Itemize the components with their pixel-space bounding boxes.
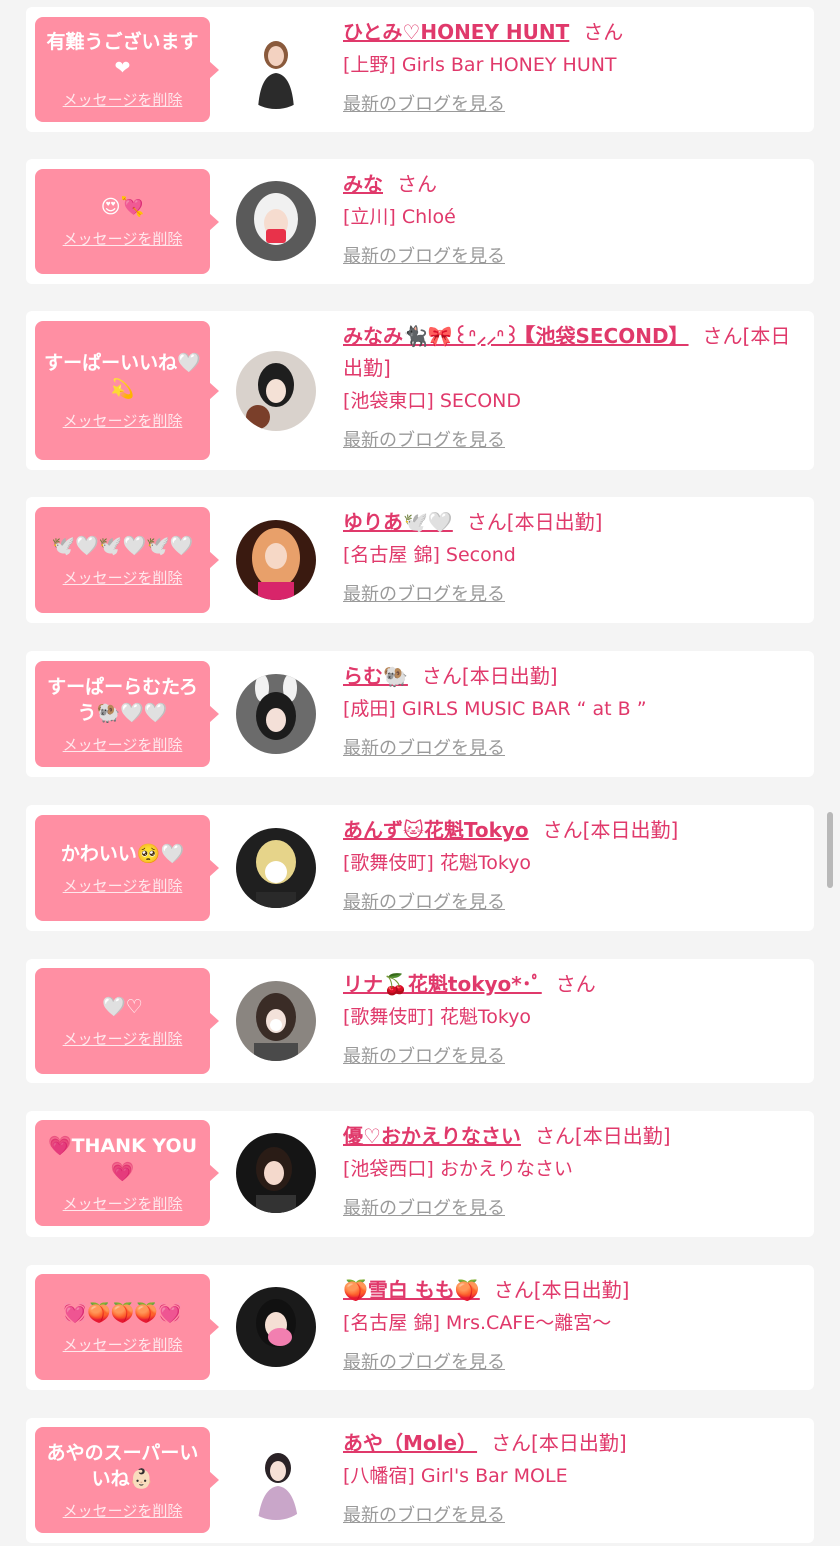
message-text: 有難うございます❤︎ [46, 31, 199, 79]
message-bubble: あやのスーパーいいね👶🏻 メッセージを削除 [35, 1427, 219, 1533]
shop-name: [名古屋 錦] Second [343, 544, 516, 566]
avatar[interactable] [236, 828, 316, 908]
shop-name: [上野] Girls Bar HONEY HUNT [343, 54, 617, 76]
message-bubble: 💓🍑🍑🍑💓 メッセージを削除 [35, 1274, 219, 1380]
avatar[interactable] [236, 181, 316, 261]
user-name-link[interactable]: 優♡おかえりなさい [343, 1124, 521, 1148]
message-bubble: かわいい🥺🤍 メッセージを削除 [35, 815, 219, 921]
delete-message-link[interactable]: メッセージを削除 [63, 228, 183, 249]
message-card: 💓🍑🍑🍑💓 メッセージを削除 🍑雪白 もも🍑 さん[本日出勤] [名古屋 錦] M… [26, 1265, 814, 1390]
message-text: あやのスーパーいいね👶🏻 [46, 1441, 199, 1490]
message-bubble: すーぱーいいね🤍💫 メッセージを削除 [35, 321, 219, 460]
avatar[interactable] [236, 981, 316, 1061]
scrollbar-thumb[interactable] [827, 812, 833, 888]
user-name-link[interactable]: らむ🐏 [343, 664, 408, 688]
message-card: かわいい🥺🤍 メッセージを削除 あんず🐱花魁Tokyo さん[本日出勤] [歌舞伎… [26, 805, 814, 931]
honorific-suffix: さん [397, 172, 437, 196]
user-name-link[interactable]: リナ🍒花魁tokyo*･ﾟ [343, 972, 542, 996]
shop-name: [池袋東口] SECOND [343, 390, 521, 412]
message-bubble: 🕊️🤍🕊️🤍🕊️🤍 メッセージを削除 [35, 507, 219, 613]
message-card: 💗THANK YOU💗 メッセージを削除 優♡おかえりなさい さん[本日出勤] [… [26, 1111, 814, 1237]
delete-message-link[interactable]: メッセージを削除 [63, 1500, 183, 1521]
message-text: 💗THANK YOU💗 [47, 1134, 198, 1183]
shop-name: [八幡宿] Girl's Bar MOLE [343, 1465, 568, 1487]
avatar[interactable] [236, 1133, 316, 1213]
shop-name: [歌舞伎町] 花魁Tokyo [343, 1006, 532, 1028]
message-text: かわいい🥺🤍 [60, 842, 185, 865]
latest-blog-link[interactable]: 最新のブログを見る [343, 888, 505, 914]
latest-blog-link[interactable]: 最新のブログを見る [343, 1042, 505, 1068]
honorific-suffix: さん [583, 20, 624, 44]
latest-blog-link[interactable]: 最新のブログを見る [343, 90, 505, 116]
message-text: 😍💘 [100, 196, 145, 218]
honorific-suffix: さん[本日出勤] [421, 664, 558, 688]
message-bubble: 😍💘 メッセージを削除 [35, 169, 219, 274]
user-name-link[interactable]: あや（Mole） [343, 1431, 477, 1455]
message-text: 💓🍑🍑🍑💓 [63, 1301, 182, 1324]
message-bubble: 💗THANK YOU💗 メッセージを削除 [35, 1120, 219, 1226]
user-name-link[interactable]: 🍑雪白 もも🍑 [343, 1278, 480, 1302]
honorific-suffix: さん[本日出勤] [491, 1431, 627, 1455]
message-card: すーぱーいいね🤍💫 メッセージを削除 みなみ🐈‍⬛🎀꒰ᐢ⸝⸝ᐢ꒱【池袋SECON… [26, 311, 814, 470]
latest-blog-link[interactable]: 最新のブログを見る [343, 1501, 505, 1527]
message-text: すーぱーらむたろう🐏🤍🤍 [47, 675, 198, 724]
honorific-suffix: さん[本日出勤] [493, 1278, 630, 1302]
shop-name: [成田] GIRLS MUSIC BAR “ at B ” [343, 698, 647, 720]
latest-blog-link[interactable]: 最新のブログを見る [343, 426, 505, 452]
message-bubble: 有難うございます❤︎ メッセージを削除 [35, 17, 219, 122]
delete-message-link[interactable]: メッセージを削除 [63, 410, 183, 431]
honorific-suffix: さん[本日出勤] [466, 510, 603, 534]
user-name-link[interactable]: みな [343, 172, 383, 196]
avatar[interactable] [236, 674, 316, 754]
latest-blog-link[interactable]: 最新のブログを見る [343, 242, 505, 268]
delete-message-link[interactable]: メッセージを削除 [63, 875, 183, 896]
message-card: すーぱーらむたろう🐏🤍🤍 メッセージを削除 らむ🐏 さん[本日出勤] [成田] G… [26, 651, 814, 777]
message-bubble: すーぱーらむたろう🐏🤍🤍 メッセージを削除 [35, 661, 219, 767]
message-card: あやのスーパーいいね👶🏻 メッセージを削除 あや（Mole） さん[本日出勤] [… [26, 1418, 814, 1543]
shop-name: [立川] Chloé [343, 206, 456, 228]
latest-blog-link[interactable]: 最新のブログを見る [343, 1348, 505, 1374]
shop-name: [池袋西口] おかえりなさい [343, 1158, 573, 1180]
message-text: すーぱーいいね🤍💫 [44, 352, 201, 400]
avatar[interactable] [236, 1287, 316, 1367]
shop-name: [歌舞伎町] 花魁Tokyo [343, 852, 532, 874]
honorific-suffix: さん[本日出勤] [534, 1124, 671, 1148]
latest-blog-link[interactable]: 最新のブログを見る [343, 1194, 505, 1220]
message-card: 🤍♡ メッセージを削除 リナ🍒花魁tokyo*･ﾟ さん [歌舞伎町] 花魁Tok… [26, 959, 814, 1083]
avatar[interactable] [236, 29, 316, 109]
delete-message-link[interactable]: メッセージを削除 [63, 89, 183, 110]
avatar[interactable] [236, 520, 316, 600]
delete-message-link[interactable]: メッセージを削除 [63, 567, 183, 588]
honorific-suffix: さん [555, 972, 596, 996]
delete-message-link[interactable]: メッセージを削除 [63, 734, 183, 755]
delete-message-link[interactable]: メッセージを削除 [63, 1193, 183, 1214]
message-bubble: 🤍♡ メッセージを削除 [35, 968, 219, 1074]
latest-blog-link[interactable]: 最新のブログを見る [343, 580, 505, 606]
message-card: 😍💘 メッセージを削除 みな さん [立川] Chloé 最新のブログを見る [26, 159, 814, 284]
avatar[interactable] [236, 351, 316, 431]
message-card: 有難うございます❤︎ メッセージを削除 ひとみ♡HONEY HUNT さん [上野… [26, 7, 814, 132]
delete-message-link[interactable]: メッセージを削除 [63, 1334, 183, 1355]
user-name-link[interactable]: あんず🐱花魁Tokyo [343, 818, 529, 842]
user-name-link[interactable]: ゆりあ🕊️🤍 [343, 510, 453, 534]
message-text: 🕊️🤍🕊️🤍🕊️🤍 [51, 534, 194, 557]
message-card: 🕊️🤍🕊️🤍🕊️🤍 メッセージを削除 ゆりあ🕊️🤍 さん[本日出勤] [名古屋 錦… [26, 497, 814, 623]
message-list: 有難うございます❤︎ メッセージを削除 ひとみ♡HONEY HUNT さん [上野… [0, 0, 840, 1546]
delete-message-link[interactable]: メッセージを削除 [63, 1028, 183, 1049]
user-name-link[interactable]: みなみ🐈‍⬛🎀꒰ᐢ⸝⸝ᐢ꒱【池袋SECOND】 [343, 324, 689, 348]
user-name-link[interactable]: ひとみ♡HONEY HUNT [343, 20, 569, 44]
avatar[interactable] [236, 1440, 316, 1520]
shop-name: [名古屋 錦] Mrs.CAFE〜離宮〜 [343, 1312, 612, 1334]
honorific-suffix: さん[本日出勤] [542, 818, 679, 842]
latest-blog-link[interactable]: 最新のブログを見る [343, 734, 505, 760]
message-text: 🤍♡ [102, 995, 143, 1018]
